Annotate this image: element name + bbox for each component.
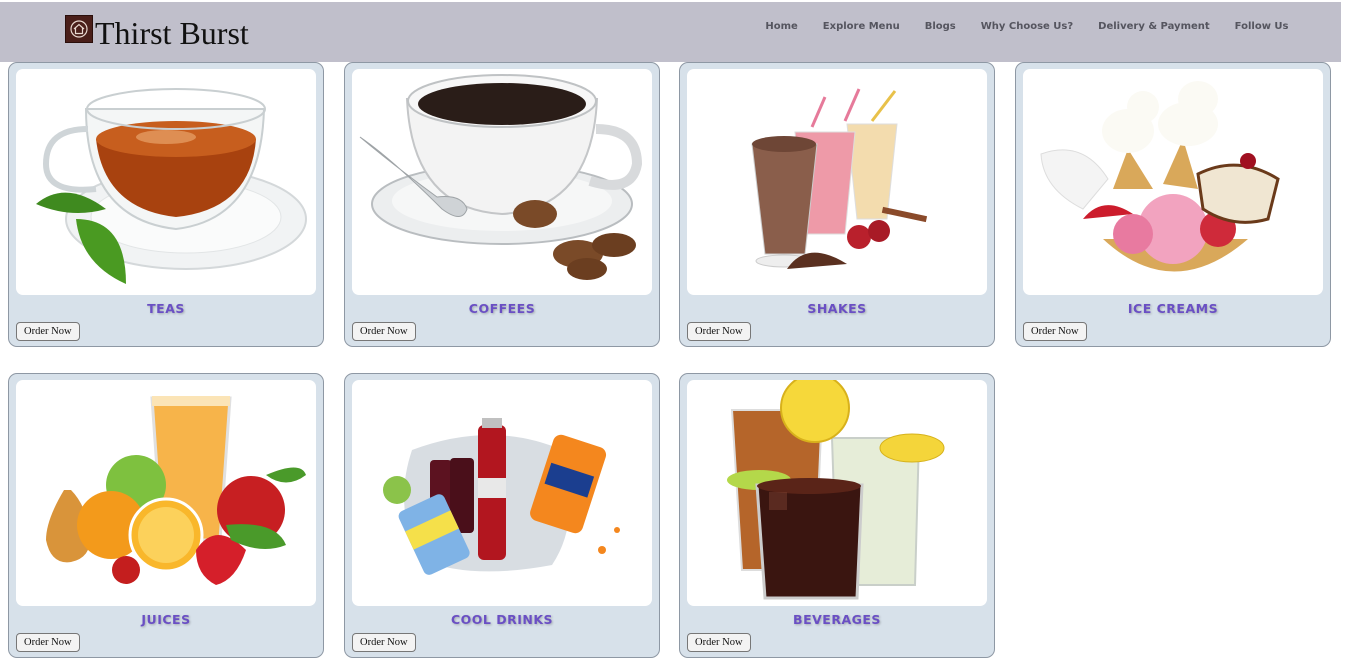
- category-title: COFFEES: [468, 301, 536, 316]
- category-title: ICE CREAMS: [1127, 301, 1219, 316]
- category-card-juices: JUICES Order Now: [8, 373, 324, 658]
- nav-blogs[interactable]: Blogs: [912, 20, 968, 34]
- order-now-button[interactable]: Order Now: [1023, 322, 1087, 341]
- nav-home[interactable]: Home: [753, 20, 810, 34]
- category-card-beverages: BEVERAGES Order Now: [679, 373, 995, 658]
- category-card-cool-drinks: COOL DRINKS Order Now: [344, 373, 660, 658]
- beverages-image: [687, 380, 987, 606]
- order-now-button[interactable]: Order Now: [352, 322, 416, 341]
- tea-cup-image: [16, 69, 316, 295]
- category-card-coffees: COFFEES Order Now: [344, 62, 660, 347]
- category-card-ice-creams: ICE CREAMS Order Now: [1015, 62, 1331, 347]
- category-card-teas: TEAS Order Now: [8, 62, 324, 347]
- category-title: COOL DRINKS: [450, 612, 554, 627]
- order-now-button[interactable]: Order Now: [16, 633, 80, 652]
- category-title: SHAKES: [807, 301, 867, 316]
- nav-follow-us[interactable]: Follow Us: [1222, 20, 1301, 34]
- ice-creams-image: [1023, 69, 1323, 295]
- cool-drinks-image: [352, 380, 652, 606]
- nav-why-choose-us[interactable]: Why Choose Us?: [968, 20, 1085, 34]
- nav-links: Home Explore Menu Blogs Why Choose Us? D…: [753, 20, 1301, 34]
- category-title: TEAS: [147, 301, 185, 316]
- category-title: JUICES: [141, 612, 191, 627]
- brand-name[interactable]: Thirst Burst: [95, 14, 249, 52]
- coffee-cup-image: [352, 69, 652, 295]
- category-card-shakes: SHAKES Order Now: [679, 62, 995, 347]
- order-now-button[interactable]: Order Now: [687, 633, 751, 652]
- order-now-button[interactable]: Order Now: [16, 322, 80, 341]
- juice-fruits-image: [16, 380, 316, 606]
- nav-delivery-payment[interactable]: Delivery & Payment: [1086, 20, 1223, 34]
- order-now-button[interactable]: Order Now: [352, 633, 416, 652]
- nav-explore-menu[interactable]: Explore Menu: [810, 20, 912, 34]
- house-logo-icon[interactable]: [65, 15, 93, 43]
- milkshakes-image: [687, 69, 987, 295]
- order-now-button[interactable]: Order Now: [687, 322, 751, 341]
- category-title: BEVERAGES: [793, 612, 881, 627]
- navbar: Thirst Burst Home Explore Menu Blogs Why…: [0, 2, 1341, 62]
